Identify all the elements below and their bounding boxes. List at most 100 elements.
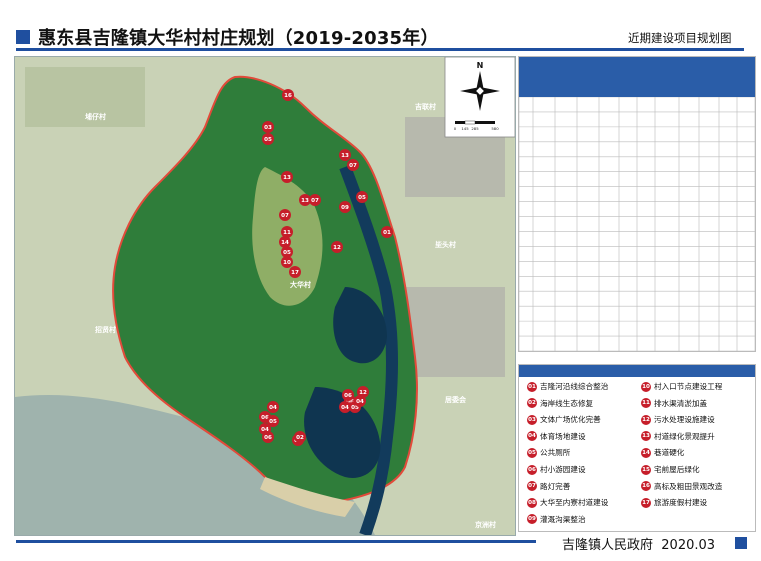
legend-item-label: 排水渠清淤加盖 (654, 398, 708, 408)
project-marker[interactable]: 13 (281, 171, 293, 183)
project-table-grid (518, 96, 756, 352)
village-label-puzai: 埔仔村 (85, 112, 106, 121)
legend-item: 15 宅前屋后绿化 (641, 464, 700, 475)
project-marker[interactable]: 05 (356, 191, 368, 203)
compass-letter: N (477, 61, 484, 70)
project-marker-number: 12 (359, 390, 367, 396)
scale-tick: 285 (471, 126, 479, 131)
legend-item-label: 村入口节点建设工程 (654, 382, 723, 391)
project-marker[interactable]: 07 (309, 194, 321, 206)
village-label-pitou: 坒头村 (435, 240, 456, 249)
footer-divider (16, 540, 536, 543)
project-marker-number: 12 (333, 245, 341, 251)
project-marker[interactable]: 12 (331, 241, 343, 253)
legend-item-number: 03 (527, 414, 537, 425)
legend-item-number: 10 (641, 381, 651, 392)
legend-item-number: 02 (527, 398, 537, 409)
footer-org: 吉隆镇人民政府 (562, 538, 654, 553)
village-label-jujiao: 居委会 (445, 395, 467, 404)
project-marker-number: 05 (358, 195, 366, 201)
project-marker[interactable]: 06 (262, 431, 274, 443)
project-marker-number: 02 (296, 435, 304, 441)
legend-item-number: 14 (641, 447, 651, 458)
project-marker-number: 07 (349, 163, 357, 169)
village-label-jingzhou: 京洲村 (475, 520, 496, 529)
project-marker[interactable]: 02 (294, 431, 306, 443)
project-marker[interactable]: 05 (262, 133, 274, 145)
project-marker[interactable]: 17 (289, 266, 301, 278)
legend-item-number: 12 (641, 414, 651, 425)
legend-item-number: 16 (641, 481, 651, 492)
footer-date: 2020.03 (661, 538, 716, 553)
legend-item: 10 村入口节点建设工程 (641, 381, 722, 392)
project-marker[interactable]: 05 (267, 415, 279, 427)
legend-item-number: 06 (527, 464, 537, 475)
legend-item-number: 07 (527, 481, 537, 492)
project-marker-number: 04 (269, 405, 277, 411)
legend-item-label: 公共厕所 (540, 448, 571, 458)
project-marker[interactable]: 16 (282, 89, 294, 101)
project-marker[interactable]: 07 (347, 159, 359, 171)
project-legend: 01 吉隆河沿线综合整治 02 海岸线生态修复 03 文体广场优化完善 04 体育场地建设 05… (518, 364, 756, 532)
project-marker[interactable]: 10 (281, 256, 293, 268)
legend-item: 13 村道绿化景观提升 (641, 431, 715, 442)
project-marker[interactable]: 11 (281, 226, 293, 238)
village-label-dahua: 大华村 (290, 280, 311, 289)
project-table-header (519, 57, 755, 97)
legend-item: 14 巷道硬化 (641, 447, 684, 458)
legend-item-number: 04 (527, 431, 537, 442)
table-grid-lines (518, 96, 756, 352)
project-marker-number: 04 (341, 405, 349, 411)
project-marker[interactable]: 14 (279, 236, 291, 248)
project-marker[interactable]: 13 (339, 149, 351, 161)
project-marker[interactable]: 12 (357, 386, 369, 398)
planning-map[interactable]: N 0 145 285 580 埔仔村 吉联村 大华村 坒头村 招贤村 居委会 … (14, 56, 516, 536)
legend-header-bar (519, 365, 755, 377)
project-marker-number: 07 (281, 213, 289, 219)
legend-item: 03 文体广场优化完善 (527, 414, 601, 425)
village-label-zhaoxian: 招贤村 (95, 325, 116, 334)
header-accent-square (16, 30, 30, 44)
planning-map-svg: N 0 145 285 580 埔仔村 吉联村 大华村 坒头村 招贤村 居委会 … (15, 57, 515, 535)
legend-item-label: 海岸线生态修复 (540, 398, 594, 408)
legend-item-label: 灌溉沟渠整治 (540, 514, 586, 524)
project-marker-number: 04 (356, 399, 364, 405)
legend-item-number: 09 (527, 514, 537, 525)
project-marker-number: 05 (264, 137, 272, 143)
village-label-jilian: 吉联村 (415, 102, 436, 111)
project-marker[interactable]: 04 (267, 401, 279, 413)
project-marker-number: 03 (264, 125, 272, 131)
project-marker-number: 05 (269, 419, 277, 425)
project-marker[interactable]: 03 (262, 121, 274, 133)
legend-item-label: 吉隆河沿线综合整治 (540, 382, 609, 391)
project-marker-number: 17 (291, 270, 299, 276)
scale-bar (455, 120, 495, 125)
project-marker[interactable]: 01 (381, 226, 393, 238)
header-divider (16, 48, 744, 51)
legend-item-number: 05 (527, 447, 537, 458)
project-marker-number: 11 (283, 230, 291, 236)
legend-item-label: 旅游度假村建设 (654, 498, 708, 508)
project-marker[interactable]: 07 (279, 209, 291, 221)
legend-item: 02 海岸线生态修复 (527, 398, 593, 409)
legend-item: 01 吉隆河沿线综合整治 (527, 381, 608, 392)
project-marker-number: 09 (341, 205, 349, 211)
legend-item-number: 17 (641, 497, 651, 508)
legend-item-number: 11 (641, 398, 651, 409)
project-marker-number: 14 (281, 240, 289, 246)
legend-item-number: 01 (527, 381, 537, 392)
project-marker-number: 06 (344, 393, 352, 399)
page-title: 惠东县吉隆镇大华村村庄规划（2019-2035年） (38, 28, 439, 49)
legend-item-label: 村道绿化景观提升 (654, 431, 715, 441)
project-marker[interactable]: 09 (339, 201, 351, 213)
project-marker-number: 13 (283, 175, 291, 181)
scale-tick: 580 (491, 126, 499, 131)
project-marker-number: 10 (283, 260, 291, 266)
legend-item: 08 大华至内寮村道建设 (527, 497, 608, 508)
legend-item-label: 文体广场优化完善 (540, 415, 601, 425)
legend-item-label: 高标及粗田景观改造 (654, 481, 723, 491)
project-marker[interactable]: 06 (342, 389, 354, 401)
legend-item: 05 公共厕所 (527, 447, 570, 458)
legend-item-label: 体育场地建设 (540, 431, 586, 441)
project-marker-number: 13 (341, 153, 349, 159)
